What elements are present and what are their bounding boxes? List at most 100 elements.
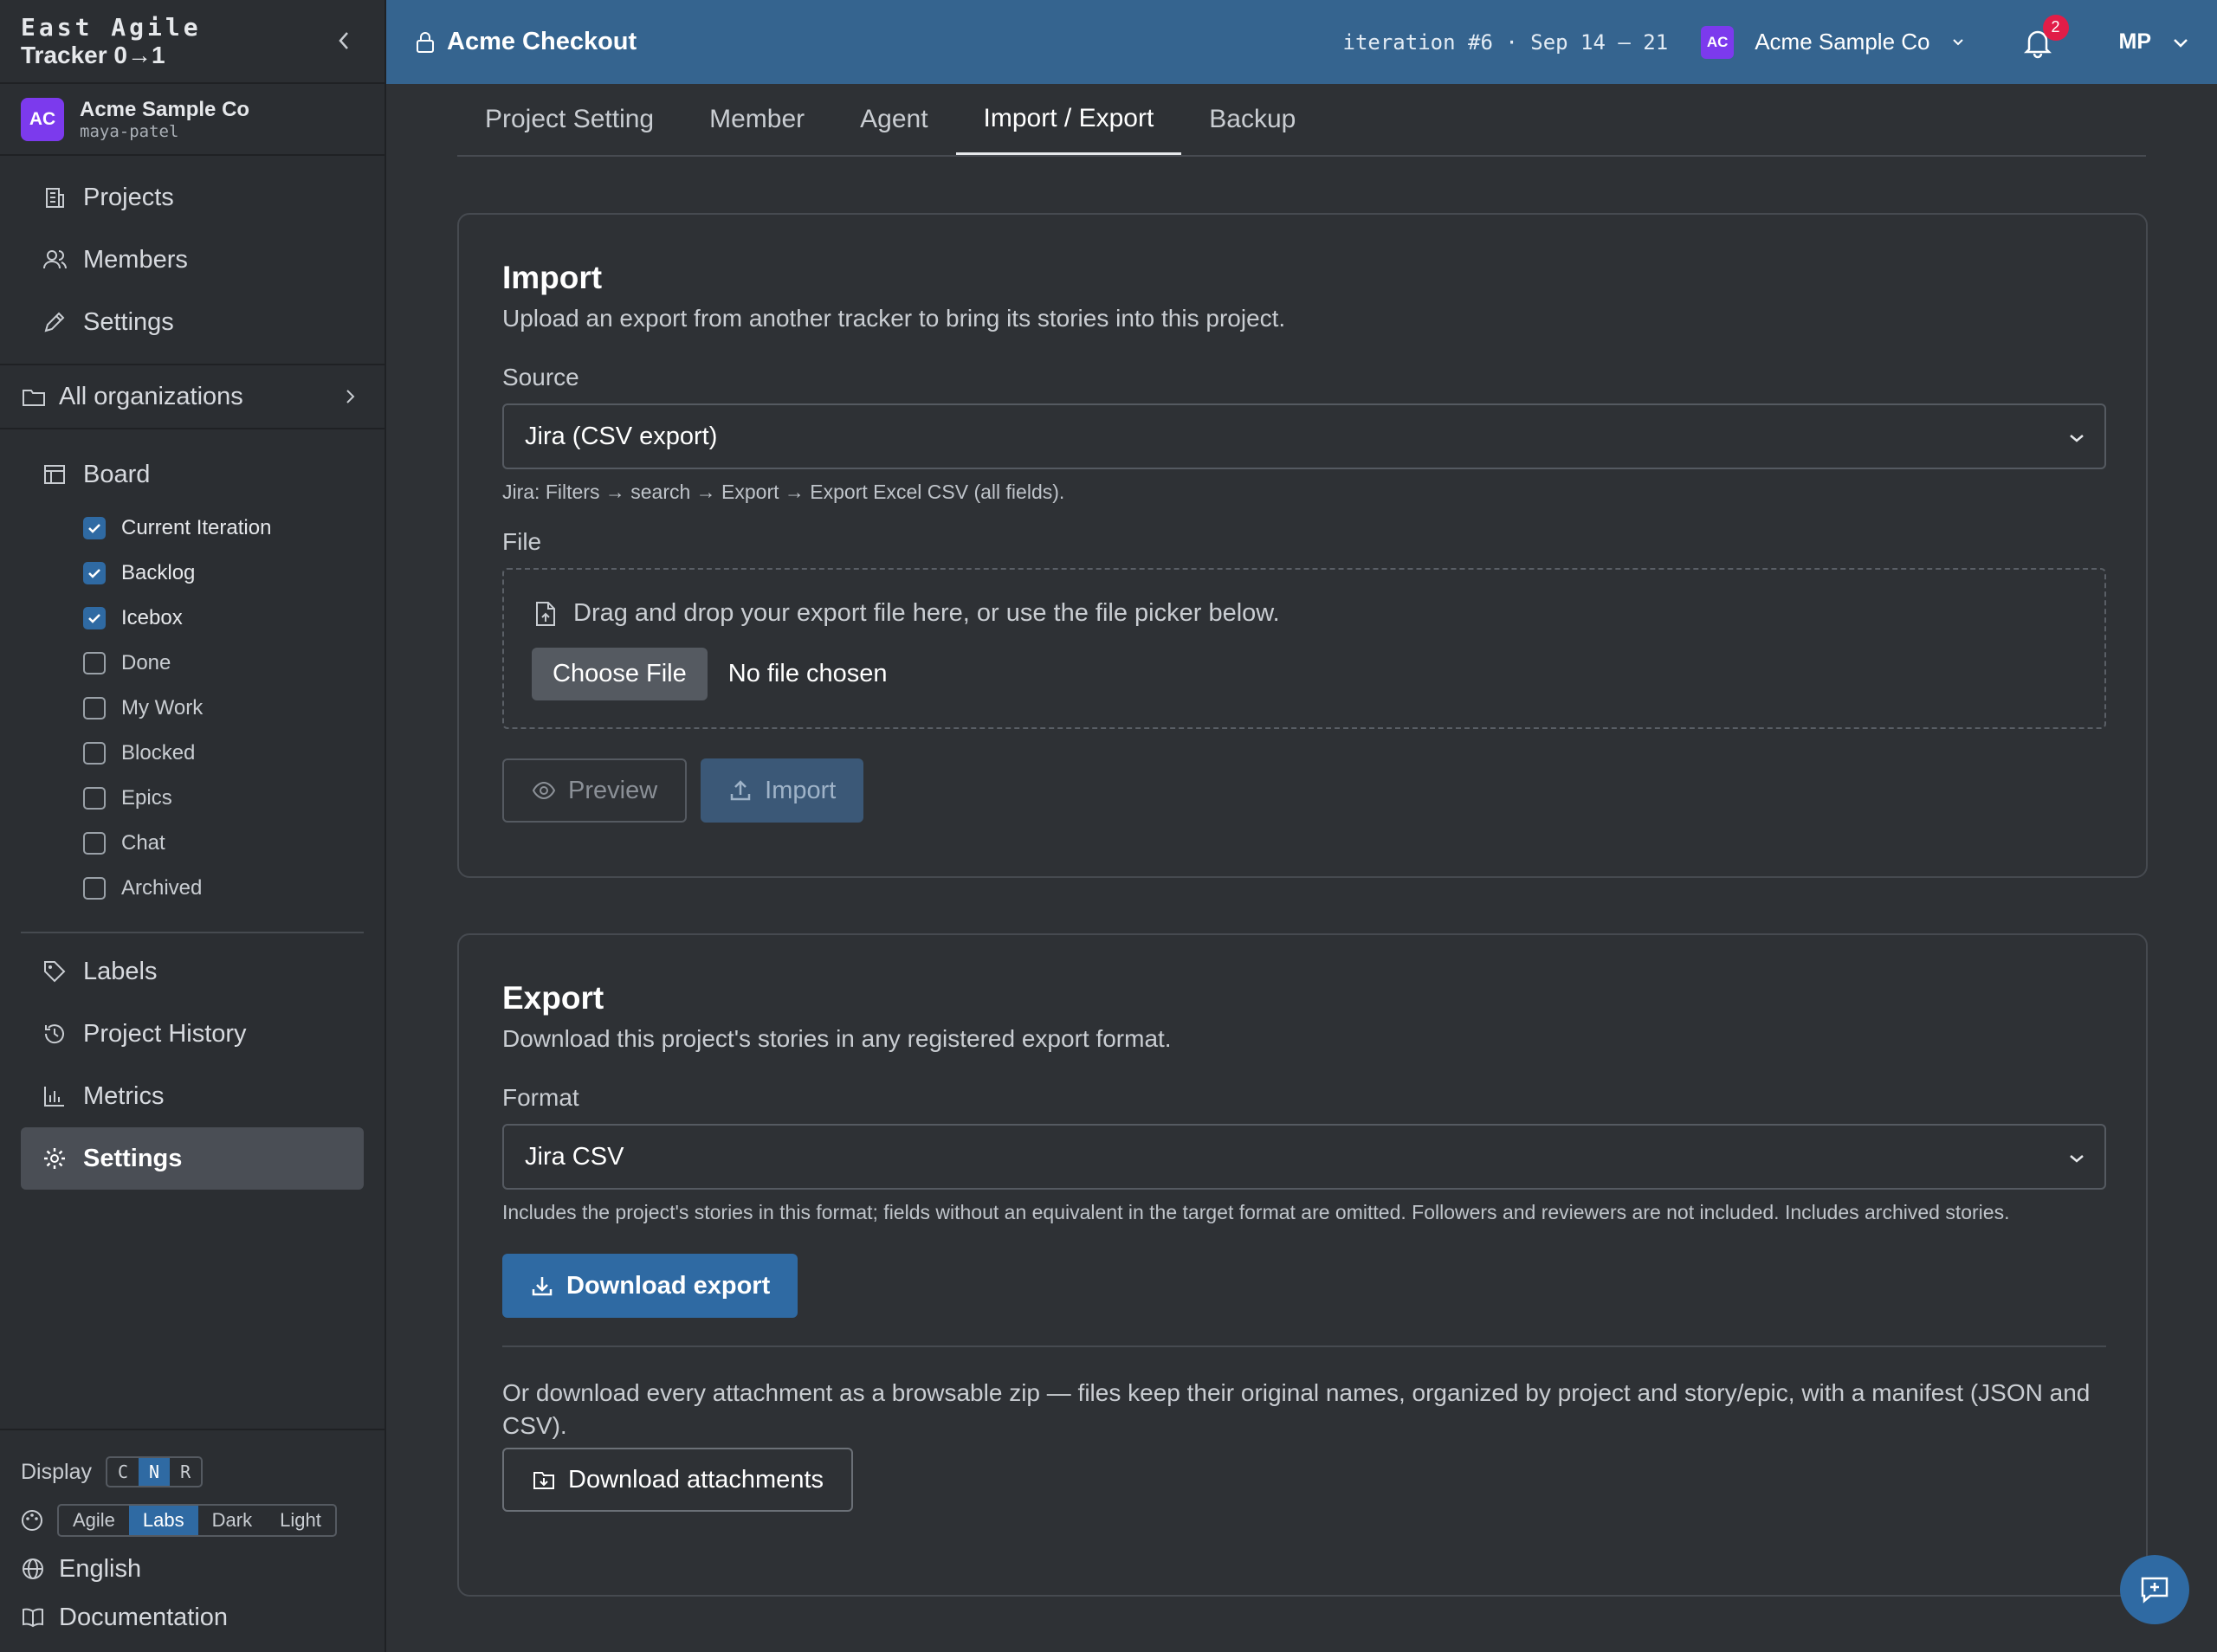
board-section: Board Current Iteration Backlog Icebox Done… [0, 429, 385, 1204]
top-bar: Acme Checkout iteration #6 · Sep 14 – 21… [386, 0, 2217, 84]
download-export-button[interactable]: Download export [502, 1254, 798, 1318]
board-filter-item[interactable]: My Work [21, 686, 364, 731]
choose-file-button[interactable]: Choose File [532, 648, 708, 700]
nav-members[interactable]: Members [21, 229, 364, 291]
nav-metrics-label: Metrics [83, 1081, 165, 1110]
nav-board-label: Board [83, 460, 151, 488]
board-filter-item[interactable]: Current Iteration [21, 506, 364, 551]
board-filter-item[interactable]: Done [21, 641, 364, 686]
user-menu[interactable]: MP [2119, 29, 2152, 55]
checkbox-unchecked[interactable] [83, 832, 106, 855]
checkbox-unchecked[interactable] [83, 877, 106, 900]
board-filter-label: Blocked [121, 741, 196, 765]
checkbox-checked[interactable] [83, 607, 106, 629]
board-filter-label: My Work [121, 696, 204, 720]
chat-plus-icon [2141, 1577, 2169, 1604]
import-button[interactable]: Import [701, 758, 864, 823]
theme-option-dark[interactable]: Dark [198, 1506, 266, 1535]
format-select-value: Jira CSV [525, 1142, 624, 1171]
preview-button-label: Preview [568, 776, 658, 804]
board-filter-item[interactable]: Archived [21, 866, 364, 911]
book-icon [23, 1608, 43, 1628]
all-organizations-link[interactable]: All organizations [0, 365, 385, 429]
upload-icon [730, 780, 751, 801]
settings-tabs: Project Setting Member Agent Import / Ex… [457, 84, 2146, 157]
checkbox-unchecked[interactable] [83, 742, 106, 765]
checkbox-checked[interactable] [83, 562, 106, 584]
tab-agent[interactable]: Agent [832, 84, 955, 155]
bar-chart-icon [44, 1087, 64, 1107]
format-help: Includes the project's stories in this f… [502, 1201, 2010, 1223]
documentation-link[interactable]: Documentation [21, 1593, 365, 1642]
preview-button[interactable]: Preview [502, 758, 688, 823]
file-label: File [502, 528, 542, 555]
file-dropzone[interactable]: Drag and drop your export file here, or … [502, 568, 2106, 729]
lock-icon [417, 31, 434, 53]
import-card: Import Upload an export from another tra… [457, 213, 2148, 878]
nav-project-history[interactable]: Project History [21, 1003, 364, 1065]
attachments-description: Or download every attachment as a browsa… [502, 1379, 2091, 1439]
nav-metrics[interactable]: Metrics [21, 1065, 364, 1127]
check-icon [88, 614, 100, 623]
tag-icon [44, 961, 66, 983]
board-filter-label: Backlog [121, 561, 196, 584]
history-icon [44, 1024, 64, 1044]
source-select[interactable]: Jira (CSV export) [502, 403, 2106, 469]
nav-labels[interactable]: Labels [21, 940, 364, 1003]
org-nav: Projects Members Settings [0, 156, 385, 365]
nav-settings[interactable]: Settings [21, 1127, 364, 1190]
theme-option-light[interactable]: Light [266, 1506, 335, 1535]
board-filter-label: Chat [121, 831, 165, 855]
board-filter-item[interactable]: Blocked [21, 731, 364, 776]
gear-icon [44, 1148, 65, 1169]
chevron-down-icon[interactable] [2172, 34, 2189, 51]
chevron-right-icon [346, 390, 355, 403]
check-icon [88, 569, 100, 578]
project-title[interactable]: Acme Checkout [447, 28, 637, 56]
org-avatar-small[interactable]: AC [1701, 25, 1735, 59]
checkbox-checked[interactable] [83, 517, 106, 539]
display-option-c[interactable]: C [107, 1458, 139, 1486]
org-avatar: AC [21, 97, 64, 141]
board-filter-item[interactable]: Chat [21, 821, 364, 866]
folder-download-icon [533, 1472, 554, 1489]
export-description: Download this project's stories in any r… [502, 1025, 1172, 1052]
download-attachments-button[interactable]: Download attachments [502, 1448, 853, 1512]
sidebar: East Agile Tracker 0→1 AC Acme Sample Co… [0, 0, 386, 1652]
tab-import-export[interactable]: Import / Export [955, 84, 1182, 155]
theme-option-labs[interactable]: Labs [128, 1506, 198, 1535]
display-option-r[interactable]: R [170, 1458, 201, 1486]
chat-button[interactable] [2120, 1555, 2189, 1624]
username: maya-patel [80, 121, 179, 141]
tab-backup[interactable]: Backup [1181, 84, 1323, 155]
language-selector[interactable]: English [21, 1545, 365, 1593]
collapse-sidebar-icon[interactable] [334, 28, 353, 54]
tab-member[interactable]: Member [682, 84, 832, 155]
tab-project-setting[interactable]: Project Setting [457, 84, 682, 155]
chevron-down-icon[interactable] [1951, 35, 1965, 49]
sidebar-footer: Display C N R Agile Labs Dark Light Engl… [0, 1429, 386, 1652]
nav-settings-label: Settings [83, 1144, 183, 1172]
format-select[interactable]: Jira CSV [502, 1124, 2106, 1190]
org-switcher-label[interactable]: Acme Sample Co [1755, 29, 1929, 55]
nav-org-settings[interactable]: Settings [21, 291, 364, 353]
checkbox-unchecked[interactable] [83, 697, 106, 720]
nav-board[interactable]: Board [21, 443, 364, 506]
no-file-chosen-text: No file chosen [727, 660, 888, 687]
import-description: Upload an export from another tracker to… [502, 305, 1286, 332]
nav-projects[interactable]: Projects [21, 166, 364, 229]
format-label: Format [502, 1084, 579, 1111]
display-option-n[interactable]: N [139, 1458, 171, 1486]
notifications-button[interactable]: 2 [2020, 14, 2069, 60]
chevron-down-icon [2070, 1155, 2084, 1163]
org-switcher[interactable]: AC Acme Sample Co maya-patel [0, 84, 385, 156]
board-filter-item[interactable]: Icebox [21, 596, 364, 641]
checkbox-unchecked[interactable] [83, 787, 106, 810]
board-filter-item[interactable]: Backlog [21, 551, 364, 596]
display-label: Display [21, 1459, 92, 1484]
download-attachments-label: Download attachments [568, 1465, 824, 1494]
checkbox-unchecked[interactable] [83, 652, 106, 674]
board-filter-item[interactable]: Epics [21, 776, 364, 821]
source-select-value: Jira (CSV export) [525, 422, 718, 450]
theme-option-agile[interactable]: Agile [59, 1506, 129, 1535]
